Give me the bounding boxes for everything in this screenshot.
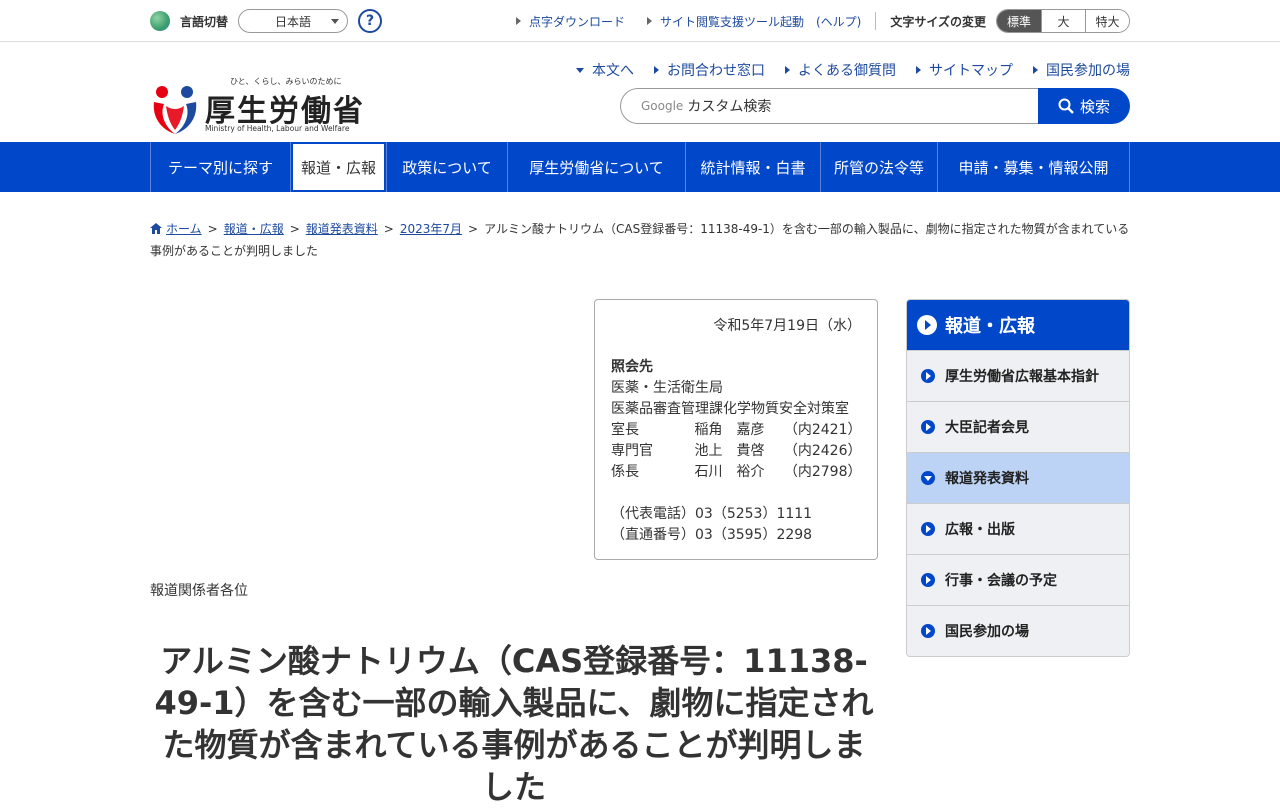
accessibility-tool-link[interactable]: サイト閲覧支援ツール起動 (ヘルプ) bbox=[646, 13, 861, 30]
global-nav: テーマ別に探す 報道・広報 政策について 厚生労働省について 統計情報・白書 所… bbox=[0, 142, 1280, 192]
font-size-switcher: 標準 大 特大 bbox=[996, 9, 1130, 33]
contact-title: 照会先 bbox=[611, 359, 653, 375]
globe-icon bbox=[150, 11, 170, 31]
divider bbox=[875, 12, 877, 30]
mhlw-logo-icon bbox=[153, 86, 197, 134]
nav-policy[interactable]: 政策について bbox=[387, 142, 508, 192]
site-header: ひと、くらし、みらいのために 厚生労働省 Ministry of Health,… bbox=[0, 42, 1280, 142]
skip-to-content-link[interactable]: 本文へ bbox=[576, 60, 634, 80]
sidebar-item-events[interactable]: 行事・会議の予定 bbox=[907, 554, 1129, 605]
font-size-large-button[interactable]: 大 bbox=[1041, 10, 1085, 32]
public-participation-link[interactable]: 国民参加の場 bbox=[1033, 60, 1130, 80]
google-label: Google bbox=[641, 99, 684, 113]
nav-statistics[interactable]: 統計情報・白書 bbox=[686, 142, 821, 192]
sidebar-item-publications[interactable]: 広報・出版 bbox=[907, 503, 1129, 554]
language-label: 言語切替 bbox=[180, 14, 229, 29]
arrow-circle-icon bbox=[921, 369, 935, 383]
contact-box: 令和5年7月19日（水） 照会先 医薬・生活衛生局 医薬品審査管理課化学物質安全… bbox=[594, 299, 878, 560]
arrow-circle-icon bbox=[917, 315, 937, 335]
contact-staff-row: 係長 石川 裕介 （内2798） bbox=[611, 464, 862, 480]
sitemap-link[interactable]: サイトマップ bbox=[916, 60, 1013, 80]
arrow-circle-icon bbox=[921, 573, 935, 587]
breadcrumb-press-releases[interactable]: 報道発表資料 bbox=[306, 222, 378, 236]
font-size-standard-button[interactable]: 標準 bbox=[997, 10, 1041, 32]
release-date: 令和5年7月19日（水） bbox=[713, 318, 861, 334]
sidebar-item-press-releases[interactable]: 報道発表資料 bbox=[907, 452, 1129, 503]
help-button[interactable]: ? bbox=[358, 9, 383, 33]
nav-laws[interactable]: 所管の法令等 bbox=[821, 142, 938, 192]
font-size-xlarge-button[interactable]: 特大 bbox=[1085, 10, 1129, 32]
header-links: 本文へ お問合わせ窓口 よくある御質問 サイトマップ 国民参加の場 bbox=[556, 60, 1130, 80]
sidebar: 報道・広報 厚生労働省広報基本指針 大臣記者会見 報道発表資料 広報・出版 行事… bbox=[906, 299, 1130, 657]
sidebar-item-press-conference[interactable]: 大臣記者会見 bbox=[907, 401, 1129, 452]
nav-about[interactable]: 厚生労働省について bbox=[508, 142, 686, 192]
site-search: Google カスタム検索 検索 bbox=[620, 88, 1130, 124]
contact-staff-row: 室長 稲角 嘉彦 （内2421） bbox=[611, 422, 862, 438]
contact-staff-row: 専門官 池上 貴啓 （内2426） bbox=[611, 443, 862, 459]
contact-link[interactable]: お問合わせ窓口 bbox=[654, 60, 765, 80]
arrow-right-icon bbox=[515, 17, 521, 25]
home-icon bbox=[150, 223, 162, 234]
arrow-circle-icon bbox=[921, 522, 935, 536]
arrow-right-icon bbox=[646, 17, 652, 25]
search-button[interactable]: 検索 bbox=[1038, 88, 1130, 124]
breadcrumb-home[interactable]: ホーム bbox=[166, 222, 202, 236]
phone-main: （代表電話）03（5253）1111 bbox=[611, 506, 813, 522]
arrow-down-icon bbox=[576, 67, 584, 73]
breadcrumb-press[interactable]: 報道・広報 bbox=[224, 222, 284, 236]
search-placeholder: カスタム検索 bbox=[687, 99, 772, 115]
nav-theme[interactable]: テーマ別に探す bbox=[151, 142, 291, 192]
faq-link[interactable]: よくある御質問 bbox=[785, 60, 896, 80]
arrow-circle-icon bbox=[921, 624, 935, 638]
contact-office: 医薬品審査管理課化学物質安全対策室 bbox=[611, 401, 849, 417]
sidebar-header[interactable]: 報道・広報 bbox=[907, 300, 1129, 350]
search-input[interactable]: Google カスタム検索 bbox=[620, 88, 1038, 124]
search-icon bbox=[1058, 98, 1074, 114]
contact-department: 医薬・生活衛生局 bbox=[611, 380, 723, 396]
site-logo[interactable]: ひと、くらし、みらいのために 厚生労働省 Ministry of Health,… bbox=[150, 76, 363, 136]
recipients: 報道関係者各位 bbox=[150, 583, 248, 599]
nav-press[interactable]: 報道・広報 bbox=[291, 142, 387, 192]
language-select[interactable]: 日本語 bbox=[238, 9, 349, 33]
nav-applications[interactable]: 申請・募集・情報公開 bbox=[938, 142, 1130, 192]
arrow-circle-down-icon bbox=[921, 471, 935, 485]
chevron-down-icon bbox=[331, 19, 340, 24]
phone-direct: （直通番号）03（3595）2298 bbox=[611, 527, 813, 543]
arrow-right-icon bbox=[785, 66, 790, 74]
breadcrumb-month[interactable]: 2023年7月 bbox=[400, 222, 462, 236]
logo-english: Ministry of Health, Labour and Welfare bbox=[205, 124, 350, 133]
arrow-right-icon bbox=[1033, 66, 1038, 74]
arrow-circle-icon bbox=[921, 420, 935, 434]
arrow-right-icon bbox=[916, 66, 921, 74]
font-size-label: 文字サイズの変更 bbox=[890, 14, 986, 29]
page-title: アルミン酸ナトリウム（CAS登録番号：11138-49-1）を含む一部の輸入製品… bbox=[154, 642, 874, 806]
utility-bar: 言語切替 日本語 ? 点字ダウンロード サイト閲覧支援ツール起動 (ヘルプ) 文… bbox=[0, 0, 1280, 42]
sidebar-item-pr-guideline[interactable]: 厚生労働省広報基本指針 bbox=[907, 350, 1129, 401]
arrow-right-icon bbox=[654, 66, 659, 74]
braille-download-link[interactable]: 点字ダウンロード bbox=[515, 13, 625, 30]
sidebar-item-public-participation[interactable]: 国民参加の場 bbox=[907, 605, 1129, 656]
breadcrumb: ホーム > 報道・広報 > 報道発表資料 >2023年7月 > アルミン酸ナトリウム（CAS登… bbox=[150, 222, 1130, 258]
